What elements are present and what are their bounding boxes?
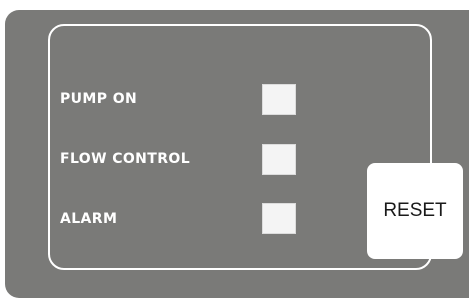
pump-on-label: PUMP ON bbox=[60, 91, 138, 107]
flow-control-indicator bbox=[262, 144, 296, 175]
reset-button[interactable]: RESET bbox=[367, 163, 463, 259]
reset-button-label: RESET bbox=[383, 200, 447, 221]
alarm-label: ALARM bbox=[60, 211, 118, 227]
pump-on-indicator bbox=[262, 84, 296, 115]
flow-control-label: FLOW CONTROL bbox=[60, 151, 191, 167]
alarm-indicator bbox=[262, 203, 296, 234]
